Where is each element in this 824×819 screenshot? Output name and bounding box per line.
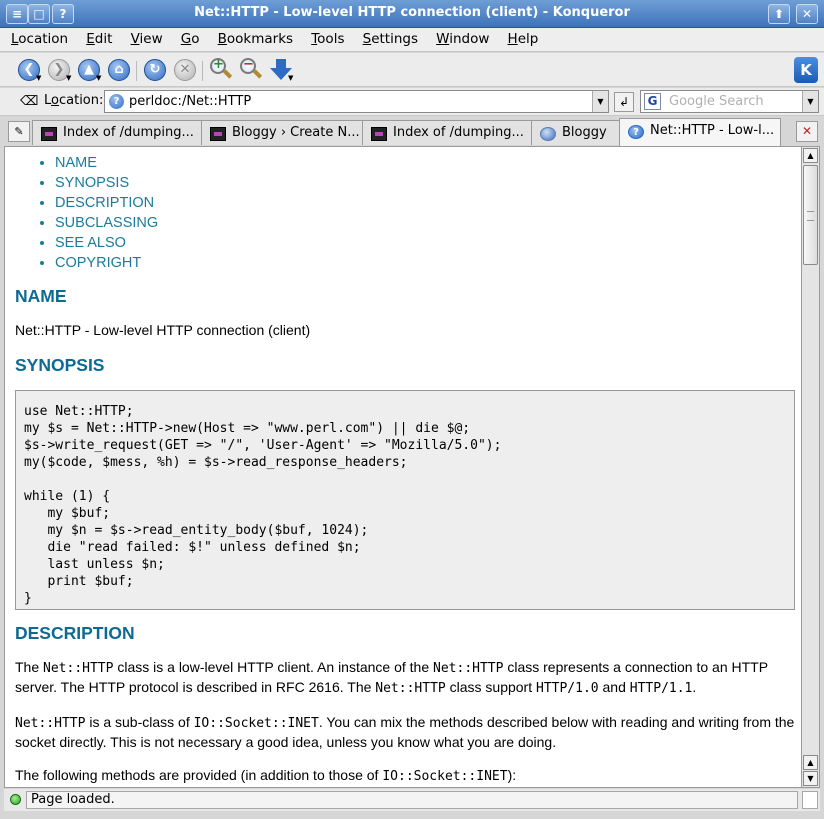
- synopsis-code-block: use Net::HTTP; my $s = Net::HTTP->new(Ho…: [15, 390, 795, 610]
- up-dropdown[interactable]: ▼: [96, 74, 101, 82]
- description-paragraph-1: The Net::HTTP class is a low-level HTTP …: [15, 659, 768, 696]
- help-page-icon: ?: [109, 94, 124, 109]
- description-paragraph-2: Net::HTTP is a sub-class of IO::Socket::…: [15, 714, 795, 750]
- toc-link-synopsis[interactable]: SYNOPSIS: [55, 175, 129, 191]
- search-placeholder: Google Search: [669, 94, 764, 109]
- search-dropdown[interactable]: ▼: [802, 91, 818, 112]
- site-favicon-icon: [41, 127, 57, 141]
- help-button[interactable]: ?: [52, 4, 74, 24]
- close-tab-icon[interactable]: ✕: [796, 121, 818, 142]
- toc-link-copyright[interactable]: COPYRIGHT: [55, 255, 141, 271]
- minimize-button[interactable]: ⬆: [768, 4, 790, 24]
- status-bar: Page loaded.: [4, 789, 820, 811]
- menu-window[interactable]: Window: [429, 28, 496, 50]
- description-paragraph-3: The following methods are provided (in a…: [15, 767, 517, 784]
- location-bar: ⌫ Location: ? perldoc:/Net::HTTP ▼ ↲ G G…: [0, 88, 824, 116]
- menu-settings[interactable]: Settings: [356, 28, 425, 50]
- tab-bloggy[interactable]: Bloggy: [531, 120, 620, 145]
- tab-index-dumping-2[interactable]: Index of /dumping...: [362, 120, 532, 145]
- menu-view[interactable]: View: [124, 28, 170, 50]
- google-icon[interactable]: G: [644, 93, 661, 110]
- toc-link-subclassing[interactable]: SUBCLASSING: [55, 215, 158, 231]
- location-label: Location:: [44, 93, 104, 108]
- main-toolbar: ❮ ▼ ❯ ▼ ▲ ▼ ⌂ ↻ ✕ + − ▼ K: [0, 53, 824, 87]
- new-tab-icon[interactable]: ✎: [8, 121, 30, 142]
- scroll-up-top-icon[interactable]: ▲: [803, 148, 818, 163]
- status-text: Page loaded.: [26, 791, 798, 809]
- scroll-down-icon[interactable]: ▼: [803, 771, 818, 786]
- tab-net-http[interactable]: ? Net::HTTP - Low-l...: [619, 118, 781, 146]
- table-of-contents: NAME SYNOPSIS DESCRIPTION SUBCLASSING SE…: [55, 153, 795, 273]
- scroll-up-icon[interactable]: ▲: [803, 755, 818, 770]
- toc-item: NAME: [55, 153, 795, 173]
- toc-link-description[interactable]: DESCRIPTION: [55, 195, 154, 211]
- tab-bar: ✎ Index of /dumping... Bloggy › Create N…: [0, 117, 824, 146]
- close-window-button[interactable]: ✕: [796, 4, 818, 24]
- scrollbar-thumb[interactable]: [803, 165, 818, 265]
- tab-index-dumping-1[interactable]: Index of /dumping...: [32, 120, 202, 145]
- tab-bloggy-create[interactable]: Bloggy › Create N...: [201, 120, 363, 145]
- sticky-button[interactable]: □: [28, 4, 50, 24]
- window-menu-button[interactable]: ≡: [6, 4, 28, 24]
- toc-link-see-also[interactable]: SEE ALSO: [55, 235, 126, 251]
- home-icon[interactable]: ⌂: [108, 59, 130, 81]
- menu-edit[interactable]: Edit: [79, 28, 119, 50]
- site-favicon-icon: [371, 127, 387, 141]
- status-secure-indicator: [802, 791, 818, 809]
- menu-go[interactable]: Go: [174, 28, 207, 50]
- toolbar-separator: [202, 61, 203, 81]
- toc-item: SYNOPSIS: [55, 173, 795, 193]
- kde-logo-icon: K: [794, 57, 818, 83]
- search-input[interactable]: G Google Search ▼: [640, 90, 819, 113]
- clear-location-icon[interactable]: ⌫: [20, 94, 38, 109]
- toc-item: DESCRIPTION: [55, 193, 795, 213]
- url-history-dropdown[interactable]: ▼: [592, 91, 608, 112]
- menu-tools[interactable]: Tools: [304, 28, 351, 50]
- page-view[interactable]: NAME SYNOPSIS DESCRIPTION SUBCLASSING SE…: [4, 146, 802, 788]
- help-page-icon: ?: [628, 125, 644, 139]
- vertical-scrollbar[interactable]: ▲ ▲ ▼: [802, 146, 820, 788]
- download-dropdown[interactable]: ▼: [288, 74, 293, 82]
- url-input[interactable]: ? perldoc:/Net::HTTP ▼: [104, 90, 609, 113]
- name-paragraph: Net::HTTP - Low-level HTTP connection (c…: [15, 322, 311, 338]
- reload-icon[interactable]: ↻: [144, 59, 166, 81]
- globe-icon: [540, 127, 556, 141]
- toc-item: COPYRIGHT: [55, 253, 795, 273]
- site-favicon-icon: [210, 127, 226, 141]
- window-title: Net::HTTP - Low-level HTTP connection (c…: [194, 5, 630, 20]
- status-ok-icon: [10, 794, 21, 805]
- menu-help[interactable]: Help: [501, 28, 546, 50]
- toc-item: SUBCLASSING: [55, 213, 795, 233]
- heading-name: NAME: [15, 286, 67, 306]
- menu-bar: Location Edit View Go Bookmarks Tools Se…: [0, 28, 824, 52]
- stop-icon[interactable]: ✕: [174, 59, 196, 81]
- forward-history-dropdown[interactable]: ▼: [66, 74, 71, 82]
- heading-synopsis: SYNOPSIS: [15, 355, 105, 375]
- toc-item: SEE ALSO: [55, 233, 795, 253]
- menu-bookmarks[interactable]: Bookmarks: [211, 28, 300, 50]
- back-history-dropdown[interactable]: ▼: [36, 74, 41, 82]
- url-text[interactable]: perldoc:/Net::HTTP: [129, 94, 251, 109]
- menu-location[interactable]: Location: [4, 28, 75, 50]
- heading-description: DESCRIPTION: [15, 623, 135, 643]
- zoom-in-icon[interactable]: +: [210, 57, 234, 82]
- zoom-out-icon[interactable]: −: [240, 57, 264, 82]
- perldoc-document: NAME SYNOPSIS DESCRIPTION SUBCLASSING SE…: [15, 153, 795, 786]
- go-button[interactable]: ↲: [614, 92, 634, 112]
- toolbar-separator: [136, 61, 137, 81]
- title-bar: ≡ □ ? Net::HTTP - Low-level HTTP connect…: [0, 0, 824, 28]
- toc-link-name[interactable]: NAME: [55, 155, 97, 171]
